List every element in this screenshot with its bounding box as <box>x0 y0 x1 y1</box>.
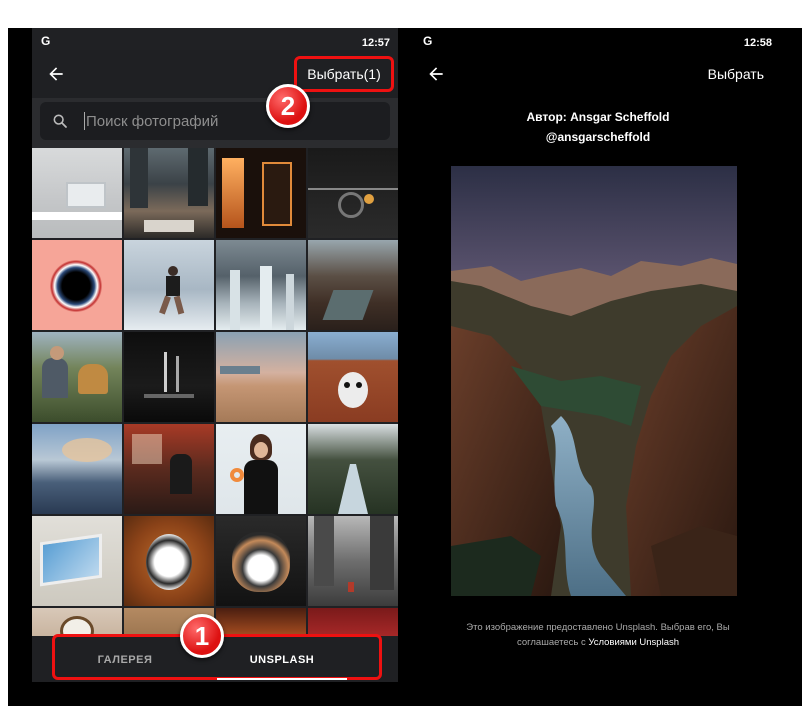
photo-tile[interactable] <box>32 148 122 238</box>
photo-tile[interactable] <box>124 332 214 422</box>
right-phone-screen: G 12:58 Выбрать Автор: Ansgar Scheffold … <box>414 28 782 682</box>
photo-tile[interactable] <box>308 148 398 238</box>
annotation-badge-1: 1 <box>180 614 224 658</box>
left-phone-screen: G 12:57 Выбрать(1) Поиск фотографий ГАЛЕ… <box>32 28 398 682</box>
photo-tile[interactable] <box>124 424 214 514</box>
arrow-left-icon[interactable] <box>426 64 446 84</box>
status-bar: G 12:57 <box>32 28 398 50</box>
preview-photo <box>451 166 737 596</box>
app-bar: Выбрать(1) <box>32 50 398 98</box>
select-button[interactable]: Выбрать(1) <box>294 56 394 92</box>
license-notice: Это изображение предоставлено Unsplash. … <box>448 620 748 650</box>
tab-gallery-label: ГАЛЕРЕЯ <box>97 654 153 666</box>
tab-gallery[interactable]: ГАЛЕРЕЯ <box>55 637 195 683</box>
tab-unsplash-label: UNSPLASH <box>249 654 315 666</box>
status-time: 12:57 <box>361 37 390 49</box>
annotation-badge-2: 2 <box>266 84 310 128</box>
photo-tile[interactable] <box>32 516 122 606</box>
status-time: 12:58 <box>743 37 772 49</box>
author-name: Автор: Ansgar Scheffold <box>526 110 670 124</box>
google-icon: G <box>423 34 433 48</box>
photo-grid <box>32 148 398 640</box>
search-icon <box>53 114 67 128</box>
photo-tile[interactable] <box>124 240 214 330</box>
unsplash-terms-link[interactable]: Условиями Unsplash <box>588 637 679 648</box>
arrow-left-icon[interactable] <box>46 64 66 84</box>
photo-tile[interactable] <box>216 148 306 238</box>
photo-tile[interactable] <box>124 516 214 606</box>
google-icon: G <box>41 34 51 48</box>
author-handle[interactable]: @ansgarscheffold <box>414 130 782 144</box>
select-button[interactable]: Выбрать <box>708 66 764 82</box>
photo-tile[interactable] <box>308 240 398 330</box>
photo-tile[interactable] <box>216 424 306 514</box>
photo-tile[interactable] <box>32 424 122 514</box>
photo-tile[interactable] <box>32 240 122 330</box>
photo-tile[interactable] <box>32 332 122 422</box>
photo-tile[interactable] <box>216 332 306 422</box>
active-tab-indicator <box>217 678 347 680</box>
photo-tile[interactable] <box>308 332 398 422</box>
tab-unsplash[interactable]: UNSPLASH <box>217 637 347 683</box>
text-cursor <box>84 112 85 130</box>
photo-tile[interactable] <box>308 424 398 514</box>
photo-tile[interactable] <box>124 148 214 238</box>
photo-tile[interactable] <box>216 516 306 606</box>
search-bar <box>32 98 398 148</box>
photo-tile[interactable] <box>308 516 398 606</box>
photo-tile[interactable] <box>216 240 306 330</box>
search-box[interactable] <box>40 102 390 140</box>
